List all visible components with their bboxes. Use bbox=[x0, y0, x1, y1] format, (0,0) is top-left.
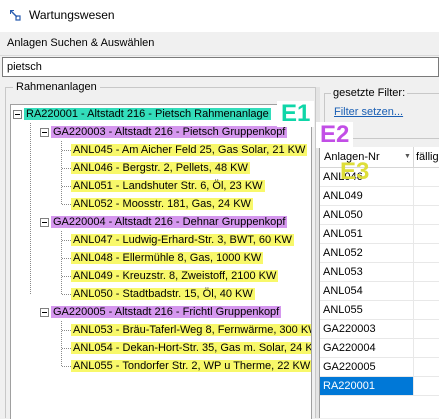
table-row[interactable]: GA220004 bbox=[320, 339, 439, 358]
tree-node-installation[interactable]: ANL050 - Stadtbadstr. 15, Öl, 40 KW bbox=[71, 285, 255, 303]
tree-node-installation[interactable]: ANL051 - Landshuter Str. 6, Öl, 23 KW bbox=[71, 177, 265, 195]
column-header-due[interactable]: fällig bbox=[416, 151, 439, 163]
cell-installation-no: ANL049 bbox=[320, 187, 414, 205]
cell-installation-no: ANL055 bbox=[320, 301, 414, 319]
tree-node-installation[interactable]: ANL049 - Kreuzstr. 8, Zweistoff, 2100 KW bbox=[71, 267, 279, 285]
tree-node-installation[interactable]: ANL046 - Bergstr. 2, Pellets, 48 KW bbox=[71, 159, 250, 177]
cell-installation-no: ANL054 bbox=[320, 282, 414, 300]
annotation-e3: E3 bbox=[340, 158, 370, 185]
sort-icon: ▼ bbox=[404, 153, 411, 160]
collapse-icon[interactable] bbox=[13, 109, 22, 119]
installation-tree[interactable]: RA220001 - Altstadt 216 - Pietsch Rahmen… bbox=[10, 104, 312, 419]
tree-node-label: GA220004 - Altstadt 216 - Dehnar Gruppen… bbox=[51, 216, 288, 228]
tree-connector bbox=[62, 150, 71, 151]
tree-node-label: ANL047 - Ludwig-Erhard-Str. 3, BWT, 60 K… bbox=[71, 234, 294, 246]
collapse-icon[interactable] bbox=[40, 307, 49, 317]
window-title: Wartungswesen bbox=[29, 8, 115, 22]
cell-installation-no: GA220005 bbox=[320, 358, 414, 376]
menu-bar: Anlagen Suchen & Auswählen bbox=[0, 32, 439, 56]
annotation-e2: E2 bbox=[316, 122, 354, 148]
tree-connector bbox=[62, 186, 71, 187]
tree-node-installation[interactable]: ANL048 - Ellermühle 8, Gas, 1000 KW bbox=[71, 249, 264, 267]
table-row[interactable]: ANL049 bbox=[320, 187, 439, 206]
tree-connector bbox=[62, 276, 71, 277]
cell-installation-no: GA220004 bbox=[320, 339, 414, 357]
set-filter-link[interactable]: Filter setzen... bbox=[334, 106, 403, 118]
collapse-icon[interactable] bbox=[40, 127, 49, 137]
cell-installation-no: ANL052 bbox=[320, 244, 414, 262]
tree-node-label: ANL050 - Stadtbadstr. 15, Öl, 40 KW bbox=[71, 288, 255, 300]
collapse-icon[interactable] bbox=[40, 217, 49, 227]
tree-node-label: ANL053 - Bräu-Taferl-Weg 8, Fernwärme, 3… bbox=[71, 324, 311, 336]
tree-connector bbox=[62, 348, 71, 349]
tree-node-installation[interactable]: ANL055 - Tondorfer Str. 2, WP u Therme, … bbox=[71, 357, 311, 375]
table-row[interactable]: ANL050 bbox=[320, 206, 439, 225]
group-caption: Rahmenanlagen bbox=[13, 81, 100, 93]
tree-node-group[interactable]: GA220004 - Altstadt 216 - Dehnar Gruppen… bbox=[40, 213, 288, 231]
cell-installation-no: ANL051 bbox=[320, 225, 414, 243]
table-row[interactable]: ANL051 bbox=[320, 225, 439, 244]
tree-node-label: GA220005 - Altstadt 216 - Frichtl Gruppe… bbox=[51, 306, 282, 318]
tree-node-label: ANL046 - Bergstr. 2, Pellets, 48 KW bbox=[71, 162, 250, 174]
tree-node-installation[interactable]: ANL053 - Bräu-Taferl-Weg 8, Fernwärme, 3… bbox=[71, 321, 311, 339]
framework-installations-group: Rahmenanlagen RA220001 - Altstadt 216 - … bbox=[5, 81, 316, 419]
menu-item-search-select[interactable]: Anlagen Suchen & Auswählen bbox=[7, 37, 154, 49]
table-row[interactable]: GA220005 bbox=[320, 358, 439, 377]
tree-node-label: ANL049 - Kreuzstr. 8, Zweistoff, 2100 KW bbox=[71, 270, 279, 282]
table-row[interactable]: GA220003 bbox=[320, 320, 439, 339]
tree-node-installation[interactable]: ANL052 - Moosstr. 181, Gas, 24 KW bbox=[71, 195, 253, 213]
installation-grid[interactable]: Anlagen-Nr ▼ fällig ANL046 ANL049 ANL050 AN… bbox=[319, 147, 439, 418]
tree-node-label: ANL048 - Ellermühle 8, Gas, 1000 KW bbox=[71, 252, 264, 264]
title-bar: Wartungswesen bbox=[0, 0, 439, 32]
tree-connector bbox=[62, 204, 71, 205]
tree-connector bbox=[62, 240, 71, 241]
tree-connector bbox=[62, 330, 71, 331]
tree-node-group[interactable]: GA220005 - Altstadt 216 - Frichtl Gruppe… bbox=[40, 303, 282, 321]
cell-installation-no: ANL050 bbox=[320, 206, 414, 224]
table-row[interactable]: ANL055 bbox=[320, 301, 439, 320]
cell-installation-no: RA220001 bbox=[320, 377, 414, 395]
table-row[interactable]: RA220001 bbox=[320, 377, 439, 396]
cell-installation-no: GA220003 bbox=[320, 320, 414, 338]
tree-node-installation[interactable]: ANL045 - Am Aicher Feld 25, Gas Solar, 2… bbox=[71, 141, 308, 159]
tree-node-label: ANL055 - Tondorfer Str. 2, WP u Therme, … bbox=[71, 360, 311, 372]
table-row[interactable]: ANL052 bbox=[320, 244, 439, 263]
tree-connector bbox=[62, 168, 71, 169]
tree-node-label: GA220003 - Altstadt 216 - Pietsch Gruppe… bbox=[51, 126, 288, 138]
tree-connector bbox=[62, 366, 71, 367]
tree-connector bbox=[61, 321, 62, 366]
tree-connector bbox=[62, 258, 71, 259]
annotation-e1: E1 bbox=[277, 101, 315, 127]
search-input[interactable] bbox=[2, 57, 439, 77]
tree-node-label: ANL054 - Dekan-Hort-Str. 35, Gas m. Sola… bbox=[71, 342, 311, 354]
tree-node-label: ANL051 - Landshuter Str. 6, Öl, 23 KW bbox=[71, 180, 265, 192]
tree-node-root[interactable]: RA220001 - Altstadt 216 - Pietsch Rahmen… bbox=[13, 105, 271, 123]
tree-connector bbox=[62, 294, 71, 295]
table-row[interactable]: ANL054 bbox=[320, 282, 439, 301]
table-row[interactable]: ANL053 bbox=[320, 263, 439, 282]
tree-connector bbox=[30, 123, 31, 294]
tree-node-label: RA220001 - Altstadt 216 - Pietsch Rahmen… bbox=[24, 108, 271, 120]
app-icon bbox=[10, 10, 21, 21]
filter-caption: gesetzte Filter: bbox=[331, 87, 408, 99]
tree-node-label: ANL052 - Moosstr. 181, Gas, 24 KW bbox=[71, 198, 253, 210]
tree-node-label: ANL045 - Am Aicher Feld 25, Gas Solar, 2… bbox=[71, 144, 308, 156]
tree-node-installation[interactable]: ANL047 - Ludwig-Erhard-Str. 3, BWT, 60 K… bbox=[71, 231, 294, 249]
tree-node-group[interactable]: GA220003 - Altstadt 216 - Pietsch Gruppe… bbox=[40, 123, 288, 141]
cell-installation-no: ANL053 bbox=[320, 263, 414, 281]
tree-node-installation[interactable]: ANL054 - Dekan-Hort-Str. 35, Gas m. Sola… bbox=[71, 339, 311, 357]
